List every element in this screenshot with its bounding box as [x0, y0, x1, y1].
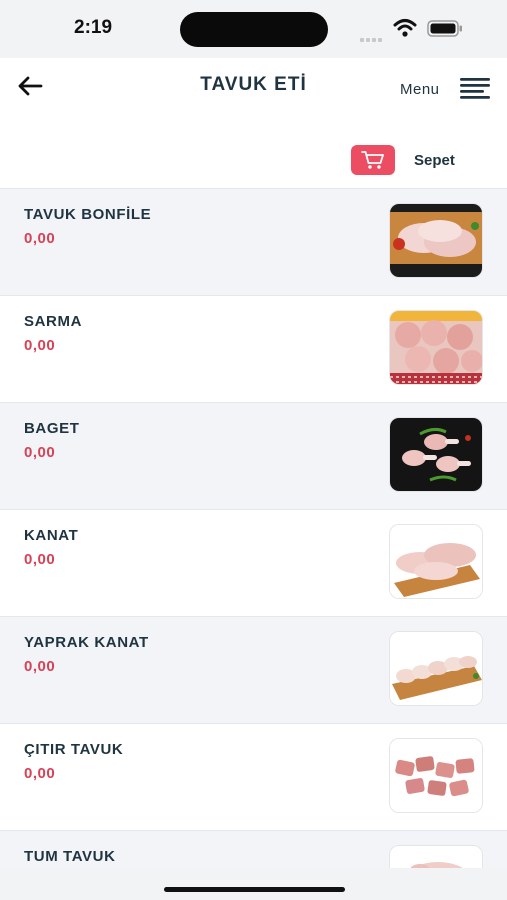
product-price: 0,00 [24, 658, 56, 675]
product-price: 0,00 [24, 765, 56, 782]
product-name: TUM TAVUK [24, 848, 116, 865]
product-row[interactable]: ÇITIR TAVUK 0,00 [0, 723, 507, 830]
drumsticks-photo [389, 417, 483, 492]
product-row[interactable]: KANAT 0,00 [0, 509, 507, 616]
product-list: TAVUK BONFİLE 0,00 SARMA 0,00 BAGET 0,00… [0, 188, 507, 868]
product-price: 0,00 [24, 551, 56, 568]
cart-icon [361, 151, 384, 169]
hamburger-icon [460, 78, 490, 99]
product-row[interactable]: BAGET 0,00 [0, 402, 507, 509]
chicken-rolls-photo [389, 310, 483, 385]
cart-bar: Sepet [0, 130, 507, 188]
cart-label[interactable]: Sepet [414, 152, 455, 169]
home-indicator-area [0, 868, 507, 900]
battery-icon [427, 20, 462, 37]
chicken-wings-photo [389, 524, 483, 599]
product-name: ÇITIR TAVUK [24, 741, 124, 758]
product-name: YAPRAK KANAT [24, 634, 149, 651]
product-row[interactable]: SARMA 0,00 [0, 295, 507, 402]
status-bar: 2:19 [0, 0, 507, 58]
cart-button[interactable] [351, 145, 395, 175]
home-indicator[interactable] [164, 887, 345, 892]
status-time: 2:19 [74, 17, 113, 38]
product-row[interactable]: TUM TAVUK [0, 830, 507, 868]
whole-chicken-photo [389, 845, 483, 868]
product-name: KANAT [24, 527, 79, 544]
wifi-icon [393, 19, 417, 37]
product-row[interactable]: YAPRAK KANAT 0,00 [0, 616, 507, 723]
product-price: 0,00 [24, 230, 56, 247]
flat-wings-photo [389, 631, 483, 706]
product-name: BAGET [24, 420, 80, 437]
app-header: TAVUK ETİ Menu [0, 58, 507, 130]
product-name: TAVUK BONFİLE [24, 206, 152, 223]
cellular-signal-icon [360, 29, 386, 42]
product-name: SARMA [24, 313, 82, 330]
product-price: 0,00 [24, 337, 56, 354]
crispy-chicken-photo [389, 738, 483, 813]
product-row[interactable]: TAVUK BONFİLE 0,00 [0, 188, 507, 295]
chicken-breast-photo [389, 203, 483, 278]
product-price: 0,00 [24, 444, 56, 461]
menu-label: Menu [400, 81, 440, 98]
menu-button[interactable]: Menu [398, 76, 494, 102]
dynamic-island [180, 12, 328, 47]
